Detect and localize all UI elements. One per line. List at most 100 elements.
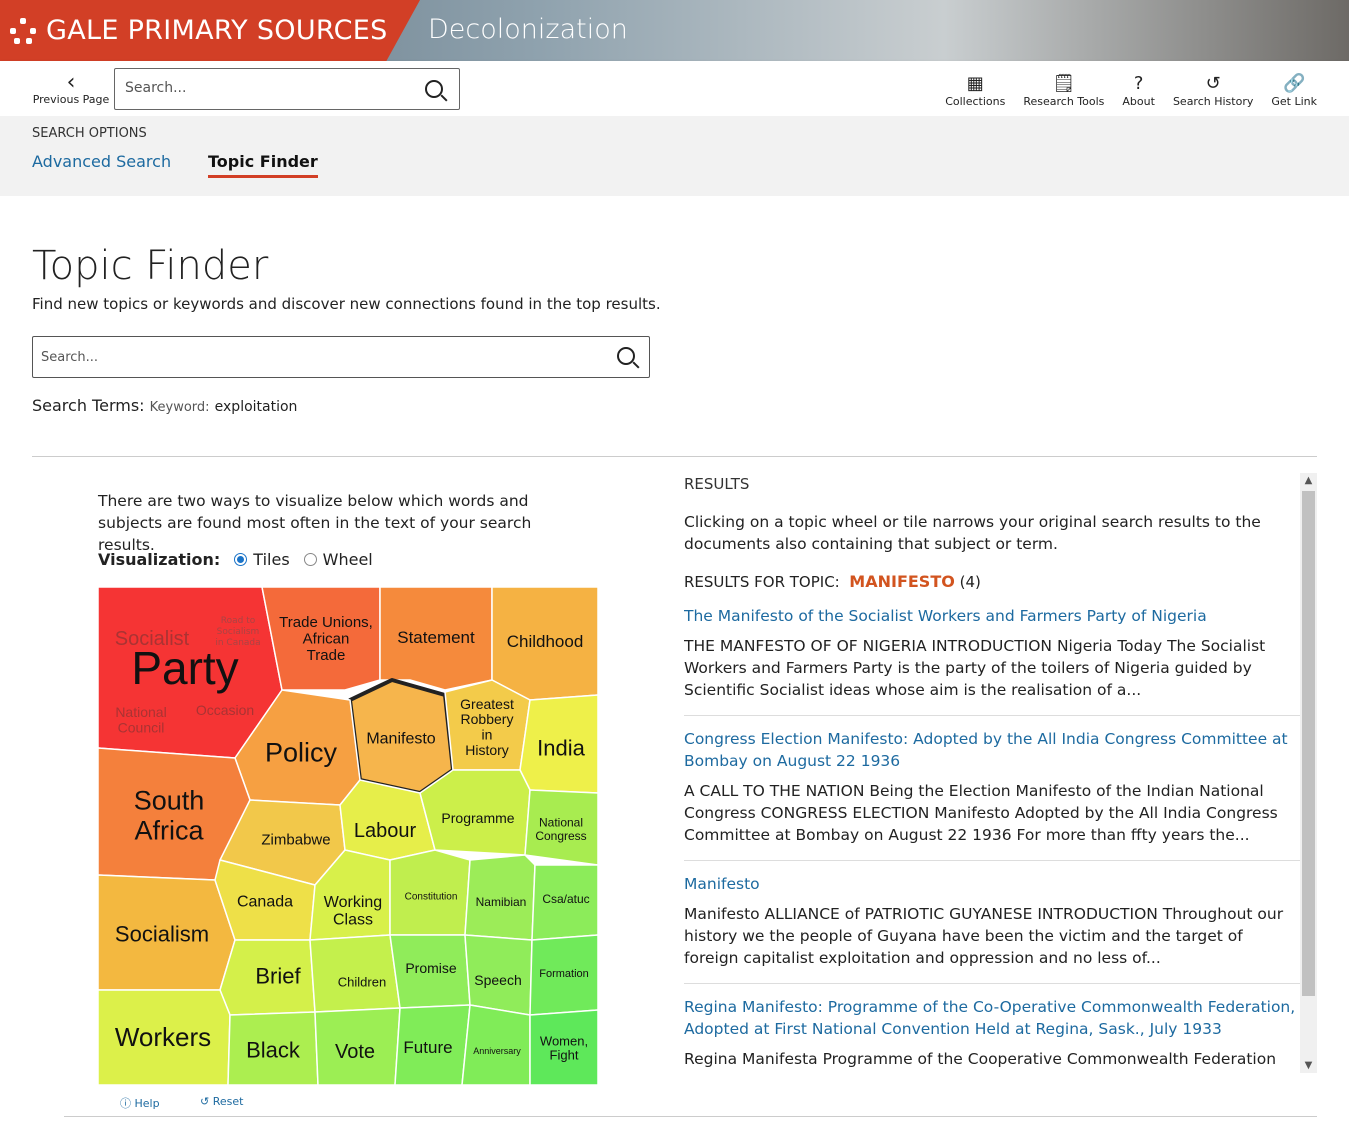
tile-label: Greatest Robbery in History [460,696,514,758]
scroll-up-icon[interactable]: ▲ [1300,475,1317,486]
tile-label: Zimbabwe [261,831,330,848]
question-icon: ? [1133,73,1144,94]
divider [32,456,1317,457]
history-icon: ↺ [1205,73,1221,94]
tiles-label[interactable]: Tiles [253,550,289,569]
page-title: Topic Finder [32,243,269,289]
tile-label-party: Party [131,642,238,694]
search-placeholder: Search... [125,80,187,96]
tile-label: Socialism [115,922,209,947]
result-title-link[interactable]: Manifesto [684,873,1300,895]
scrollbar-thumb[interactable] [1302,491,1315,996]
tile-label: Programme [441,810,514,826]
tile-label: South Africa [134,786,205,846]
tile-label: Csa/atuc [542,892,589,906]
results-panel: RESULTS Clicking on a topic wheel or til… [684,473,1300,1073]
scroll-down-icon[interactable]: ▼ [1300,1060,1317,1071]
tile-label: Vote [335,1041,375,1063]
results-for-topic-label: RESULTS FOR TOPIC: [684,573,840,591]
tile-label: Labour [354,820,417,842]
tile-label: Policy [265,737,338,767]
divider [64,1116,1317,1117]
search-placeholder: Search... [41,350,99,365]
tile-label: Future [403,1038,452,1057]
get-link-button[interactable]: 🔗 Get Link [1271,73,1317,108]
search-icon[interactable] [617,347,635,365]
tile-label: India [537,736,585,761]
subtopic-label: Socialism [217,627,260,637]
brand-name: GALE PRIMARY SOURCES [46,15,388,46]
tile-anniversary[interactable] [461,1004,531,1086]
tool-label: About [1122,95,1155,108]
visualization-intro: There are two ways to visualize below wh… [98,492,532,554]
tile-label: Constitution [405,892,458,903]
about-button[interactable]: ? About [1122,73,1155,108]
tile-label: Namibian [476,895,527,909]
toolbar: ‹ Previous Page Search... ▦ Collections 🗒 R… [0,61,1349,116]
result-item: The Manifesto of the Socialist Workers a… [684,593,1300,716]
collections-button[interactable]: ▦ Collections [945,73,1005,108]
tool-label: Research Tools [1023,95,1105,108]
help-link[interactable]: ⓘ Help [120,1095,160,1111]
search-terms: Search Terms: Keyword: exploitation [32,396,297,415]
visualization-label: Visualization: [98,550,221,569]
keyword-value: exploitation [214,399,298,415]
tool-label: Search History [1172,95,1254,108]
tab-advanced-search[interactable]: Advanced Search [32,152,171,171]
result-snippet: A CALL TO THE NATION Being the Election … [684,782,1278,844]
tile-children[interactable] [309,934,401,1013]
tool-label: Collections [945,95,1006,108]
topic-search-input[interactable]: Search... [32,336,650,378]
tile-label: Canada [237,894,293,911]
results-heading: RESULTS [684,475,750,493]
tile-label: Promise [405,960,457,976]
tile-label: Speech [474,972,521,988]
page-subtitle: Find new topics or keywords and discover… [32,295,661,313]
subtopic-label: Road to [221,616,256,626]
tool-label: Get Link [1271,95,1317,108]
tile-label: Formation [539,968,589,980]
search-options: SEARCH OPTIONS Advanced Search Topic Fin… [0,116,1349,196]
previous-page-button[interactable]: ‹ Previous Page [32,70,110,107]
tile-label: Anniversary [473,1046,521,1056]
topic-name: MANIFESTO [849,572,955,591]
result-title-link[interactable]: Regina Manifesto: Programme of the Co-Op… [684,996,1300,1040]
visualization-selector: Visualization: Tiles Wheel [98,550,373,569]
result-item: Regina Manifesto: Programme of the Co-Op… [684,984,1300,1073]
results-scrollbar[interactable]: ▲ ▼ [1300,473,1317,1073]
reset-link[interactable]: ↺ Reset [200,1095,243,1108]
result-snippet: Manifesto ALLIANCE of PATRIOTIC GUYANESE… [684,905,1284,967]
search-options-label: SEARCH OPTIONS [32,126,147,141]
result-title-link[interactable]: The Manifesto of the Socialist Workers a… [684,605,1300,627]
tiles-radio[interactable] [234,553,248,566]
header-search-input[interactable]: Search... [114,68,460,110]
help-icon: ⓘ [120,1097,131,1110]
results-for-topic: RESULTS FOR TOPIC: MANIFESTO (4) [684,571,1300,593]
search-terms-label: Search Terms: [32,396,145,415]
wheel-label[interactable]: Wheel [323,550,373,569]
subtopic-label: Occasion [196,702,254,718]
tile-label: Childhood [507,632,584,651]
tile-label: Statement [397,628,475,647]
subtopic-label: National Council [115,704,166,735]
tile-label: Children [338,975,386,990]
tile-label: Manifesto [366,731,435,748]
result-count: (4) [959,573,981,591]
help-label: Help [134,1097,160,1110]
reset-icon: ↺ [200,1095,210,1108]
search-icon[interactable] [425,80,443,98]
tab-topic-finder[interactable]: Topic Finder [208,152,318,178]
header-banner: GALE PRIMARY SOURCES Decolonization [0,0,1349,61]
results-intro: Clicking on a topic wheel or tile narrow… [684,513,1261,553]
result-title-link[interactable]: Congress Election Manifesto: Adopted by … [684,728,1300,772]
grid-icon: ▦ [966,73,984,94]
brand-logo[interactable]: GALE PRIMARY SOURCES [0,0,420,61]
tile-label: National Congress [535,816,586,843]
chevron-left-icon: ‹ [66,70,76,95]
result-item: Congress Election Manifesto: Adopted by … [684,716,1300,861]
wheel-radio[interactable] [303,553,317,566]
reset-label: Reset [212,1095,244,1108]
research-tools-button[interactable]: 🗒 Research Tools [1023,73,1104,108]
search-history-button[interactable]: ↺ Search History [1173,73,1253,108]
result-item: Manifesto Manifesto ALLIANCE of PATRIOTIC… [684,861,1300,984]
